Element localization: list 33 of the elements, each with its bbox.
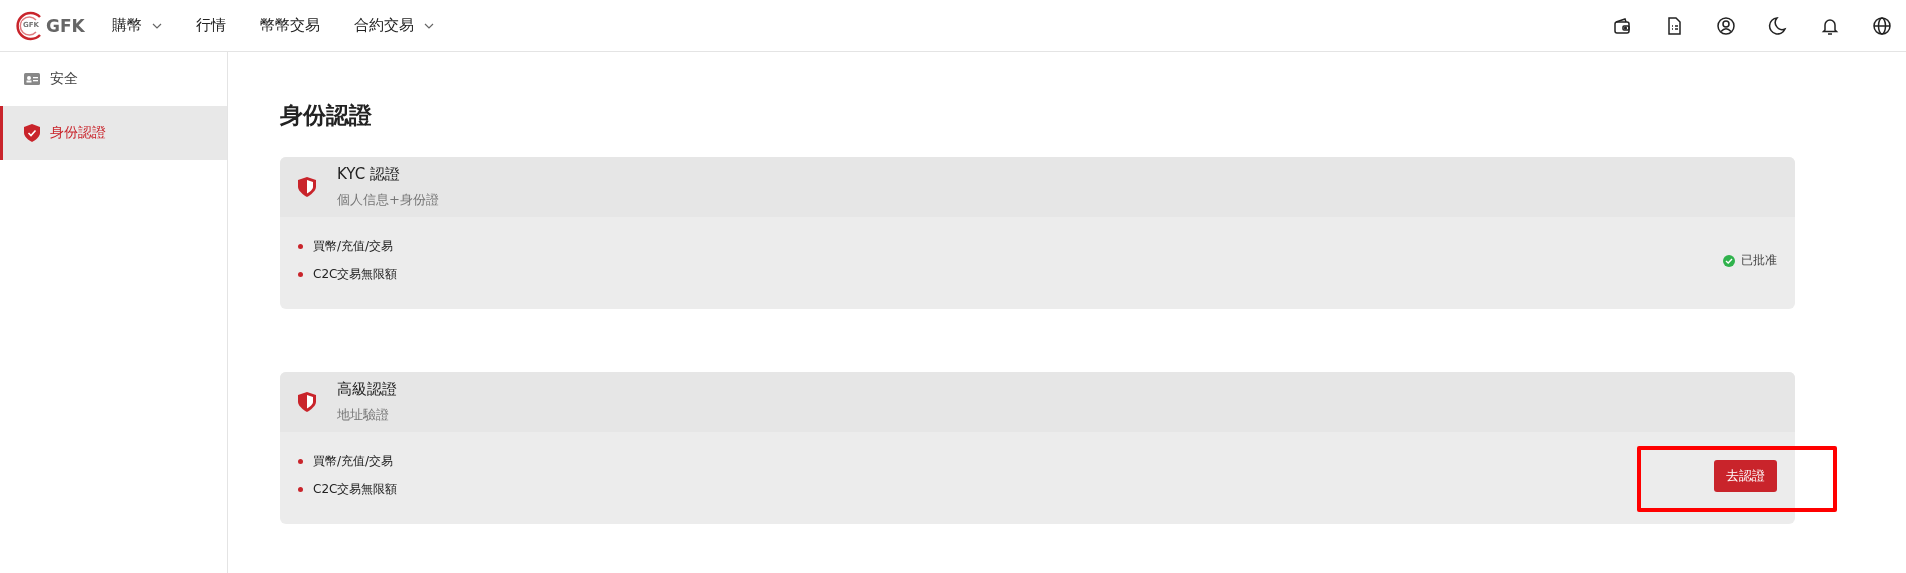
bullet-dot-icon (298, 487, 303, 493)
sidebar-item[interactable]: 安全 (0, 52, 227, 106)
shield-check-icon (24, 124, 40, 142)
feature-text: 買幣/充值/交易 (313, 238, 394, 256)
check-circle-icon (1723, 254, 1735, 267)
feature-text: C2C交易無限額 (313, 266, 398, 284)
nav-link[interactable]: 幣幣交易 (260, 16, 320, 35)
bullet-dot-icon (298, 459, 303, 465)
bullet-dot-icon (298, 244, 303, 250)
verify-button[interactable]: 去認證 (1714, 459, 1777, 492)
card-subtitle: 個人信息+身份證 (337, 190, 439, 209)
nav-link[interactable]: 行情 (196, 16, 226, 35)
page-title: 身份認證 (280, 102, 373, 130)
logo-text[interactable]: GFK (46, 15, 85, 36)
chevron-down-icon (424, 22, 434, 29)
feature-text: 買幣/充值/交易 (313, 453, 394, 471)
feature-text: C2C交易無限額 (313, 481, 398, 499)
user-icon[interactable] (1716, 15, 1736, 36)
moon-icon[interactable] (1768, 15, 1788, 36)
globe-icon[interactable] (1872, 15, 1892, 36)
wallet-icon[interactable] (1612, 15, 1632, 36)
shield-icon (298, 176, 316, 197)
card-title: KYC 認證 (337, 163, 401, 185)
chevron-down-icon (152, 22, 162, 29)
nav-link[interactable]: 合約交易 (354, 16, 434, 35)
status-text: 已批准 (1741, 252, 1777, 270)
shield-icon (298, 391, 316, 412)
bullet-dot-icon (298, 272, 303, 278)
sidebar-item[interactable]: 身份認證 (0, 106, 227, 160)
card-title: 高級認證 (337, 378, 397, 400)
id-card-icon (24, 73, 40, 85)
nav-link[interactable]: 購幣 (112, 16, 162, 35)
card-subtitle: 地址驗證 (337, 405, 390, 424)
